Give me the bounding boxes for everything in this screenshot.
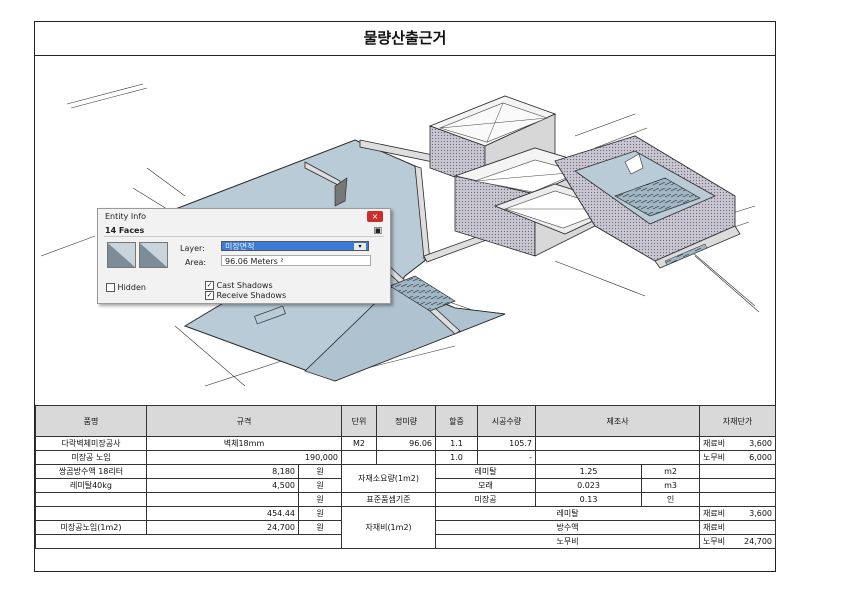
selection-summary: 14 Faces <box>105 226 145 235</box>
cell-material: 노무비 <box>435 534 701 549</box>
entity-info-title: Entity Info <box>105 212 147 221</box>
table-header-row: 품명 규격 단위 정미량 할증 시공수량 제조사 자재단가 <box>35 405 777 437</box>
cell-value <box>146 492 299 507</box>
table-row: 쌍곰방수액 18리터 8,180 원 자재소요량(1m2) 레미탈 1.25 m… <box>35 464 777 493</box>
cell-material: 모래 <box>435 478 537 493</box>
cell-price <box>699 478 777 493</box>
quantity-table: 품명 규격 단위 정미량 할증 시공수량 제조사 자재단가 다락벽체미장공사 벽… <box>34 405 777 549</box>
header-net-qty: 정미량 <box>376 405 437 437</box>
header-surcharge: 할증 <box>435 405 479 437</box>
cell-item: 미장공 노임 <box>35 450 147 465</box>
hidden-checkbox[interactable] <box>106 283 115 292</box>
receive-shadows-label: Receive Shadows <box>216 291 287 300</box>
layer-label: Layer: <box>180 244 205 253</box>
cell-net-qty <box>376 450 437 465</box>
cell-item <box>35 506 147 521</box>
area-value: 96.06 Meters ² <box>221 255 371 266</box>
table-row: 다락벽체미장공사 벽체18mm M2 96.06 1.1 105.7 재료비 3,… <box>35 436 777 451</box>
receive-shadows-option[interactable]: ✓ Receive Shadows <box>205 291 286 300</box>
cell-net-qty: 96.06 <box>376 436 437 451</box>
cell-qty-unit: m3 <box>641 478 701 493</box>
cell-work-qty: 105.7 <box>477 436 537 451</box>
cell-value: 24,700 <box>146 520 299 535</box>
cell-won: 원 <box>297 492 343 507</box>
divider <box>104 236 384 237</box>
cast-shadows-label: Cast Shadows <box>216 281 273 290</box>
cast-shadows-option[interactable]: ✓ Cast Shadows <box>205 281 273 290</box>
hidden-label: Hidden <box>117 283 146 292</box>
cell-group: 자재비(1m2) <box>341 506 437 549</box>
receive-shadows-checkbox[interactable]: ✓ <box>205 291 214 300</box>
cell-cost-type: 재료비 <box>699 520 777 535</box>
cast-shadows-checkbox[interactable]: ✓ <box>205 281 214 290</box>
cell-spec: 190,000 <box>145 450 343 465</box>
cell-material: 레미탈 <box>435 464 537 479</box>
cell-qty: 0.13 <box>535 492 643 507</box>
table-row: 미장공 노임 190,000 1.0 - 노무비 6,000 <box>35 450 777 465</box>
cell-surcharge: 1.1 <box>435 436 479 451</box>
cell-maker <box>535 450 701 465</box>
cell-won: 원 <box>297 478 343 493</box>
header-item: 품명 <box>35 405 147 437</box>
cell-value: 8,180 <box>146 464 299 479</box>
cell-cost-type: 재료비 3,600 <box>699 436 777 451</box>
material-swatch-icon <box>140 243 167 267</box>
area-label: Area: <box>185 258 207 267</box>
cell-won: 원 <box>297 464 343 479</box>
cell-group: 자재소요량(1m2) <box>341 464 437 493</box>
cell-cost-type: 노무비 24,700 <box>699 534 777 549</box>
cell-won: 원 <box>297 520 343 535</box>
cell-cost-type: 노무비 6,000 <box>699 450 777 465</box>
header-maker: 제조사 <box>535 405 701 437</box>
header-material-unit-price: 자재단가 <box>699 405 777 437</box>
layer-value: 미장면적 <box>225 242 255 251</box>
cell-item: 쌍곰방수액 18리터 <box>35 464 147 479</box>
document-title: 물량산출근거 <box>35 22 775 56</box>
cell-qty: 1.25 <box>535 464 643 479</box>
cell-surcharge: 1.0 <box>435 450 479 465</box>
cell-unit: M2 <box>341 436 378 451</box>
table-row: 454.44 원 자재비(1m2) 레미탈 재료비 3,600 <box>35 506 777 549</box>
cell-item: 미장공노임(1m2) <box>35 520 147 535</box>
material-swatch-icon <box>108 243 135 267</box>
cell-qty: 0.023 <box>535 478 643 493</box>
dropdown-icon[interactable]: ▾ <box>354 243 366 250</box>
cell-material: 레미탈 <box>435 506 701 521</box>
cell-maker <box>535 436 701 451</box>
header-spec: 규격 <box>145 405 343 437</box>
cell-empty <box>34 534 343 549</box>
table-row: 원 표준품셈기준 미장공 0.13 인 <box>35 492 777 507</box>
front-material-swatch[interactable] <box>107 242 136 268</box>
document-sheet: 물량산출근거 Entity Info × 14 Faces ▣ Layer: 미… <box>34 21 777 572</box>
entity-info-dialog: Entity Info × 14 Faces ▣ Layer: 미장면적 ▾ A… <box>97 208 391 304</box>
header-unit: 단위 <box>341 405 378 437</box>
layer-select[interactable]: 미장면적 ▾ <box>221 241 369 251</box>
cell-value: 4,500 <box>146 478 299 493</box>
close-icon[interactable]: × <box>367 211 383 222</box>
cell-material: 미장공 <box>435 492 537 507</box>
header-work-qty: 시공수량 <box>477 405 537 437</box>
pin-icon[interactable]: ▣ <box>373 226 382 236</box>
hidden-option[interactable]: Hidden <box>106 283 146 292</box>
cell-unit <box>341 450 378 465</box>
cell-qty-unit: m2 <box>641 464 701 479</box>
cell-item: 다락벽체미장공사 <box>35 436 147 451</box>
sketchup-model-figure: Entity Info × 14 Faces ▣ Layer: 미장면적 ▾ A… <box>35 56 775 406</box>
back-material-swatch[interactable] <box>139 242 168 268</box>
cell-item <box>35 492 147 507</box>
cell-work-qty: - <box>477 450 537 465</box>
cell-price <box>699 464 777 479</box>
cell-spec: 벽체18mm <box>145 436 343 451</box>
cell-material: 방수액 <box>435 520 701 535</box>
cell-group: 표준품셈기준 <box>341 492 437 507</box>
cell-cost-type: 재료비 3,600 <box>699 506 777 521</box>
cell-qty-unit: 인 <box>641 492 701 507</box>
cell-won: 원 <box>297 506 343 521</box>
cell-item: 레미탈40kg <box>35 478 147 493</box>
cell-price <box>699 492 777 507</box>
cell-value: 454.44 <box>146 506 299 521</box>
